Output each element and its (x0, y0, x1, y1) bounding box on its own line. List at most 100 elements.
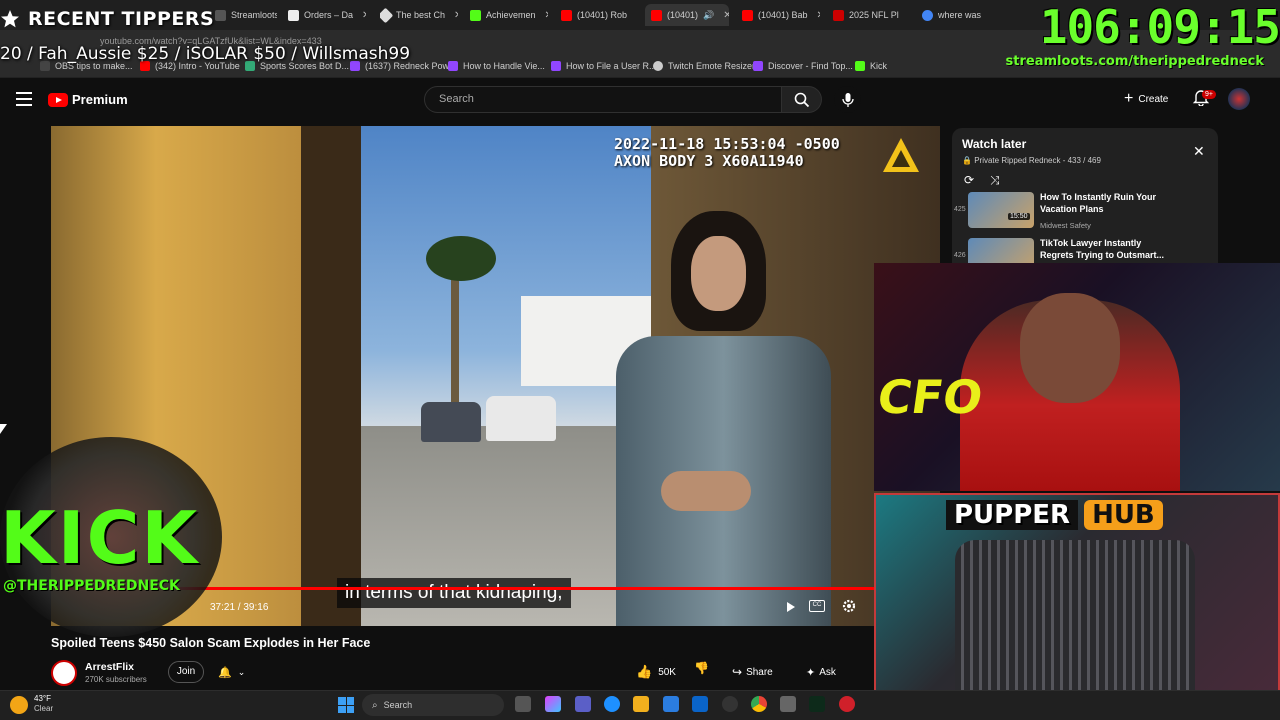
video-palm-trunk (451, 256, 459, 426)
video-duration: 15:50 (1008, 213, 1030, 220)
star-icon (1, 10, 19, 28)
taskbar-search[interactable]: ⌕ Search (362, 694, 504, 716)
search-icon (794, 92, 809, 107)
browser-tab[interactable]: The best Ch ✕ (380, 4, 458, 26)
ask-label: Ask (819, 666, 836, 678)
browser-tab[interactable]: where was (922, 4, 982, 26)
search-button[interactable] (782, 86, 822, 113)
share-button[interactable]: ↪ Share (732, 661, 773, 683)
join-button[interactable]: Join (168, 661, 204, 683)
playlist-item-title[interactable]: How To Instantly Ruin Your Vacation Plan… (1040, 191, 1175, 215)
bookmark-item[interactable]: How to Handle Vie... (448, 61, 545, 71)
browser-tab[interactable]: (10401) Rob ✕ (561, 4, 637, 26)
file-explorer-icon[interactable] (633, 696, 649, 712)
youtube-icon (742, 9, 753, 21)
subscribe-bell-button[interactable]: 🔔 ⌄ (212, 661, 254, 683)
sparkle-icon: ✦ (806, 666, 816, 679)
kick-icon (470, 9, 481, 21)
tab-label: Achievemen (486, 10, 536, 20)
close-icon[interactable]: ✕ (636, 10, 637, 21)
subathon-timer: 106:09:15 (1039, 0, 1280, 54)
channel-name[interactable]: ArrestFlix (85, 661, 134, 673)
hamburger-menu-icon[interactable] (16, 92, 32, 106)
close-icon[interactable]: ✕ (1193, 143, 1205, 160)
close-icon[interactable]: ✕ (908, 10, 909, 21)
create-button[interactable]: + Create (1124, 88, 1168, 110)
channel-avatar[interactable] (51, 660, 77, 686)
share-icon: ↪ (732, 665, 743, 679)
app-icon[interactable] (780, 696, 796, 712)
bookmark-item[interactable]: Discover - Find Top... (753, 61, 853, 71)
playlist-index: 426 (954, 252, 966, 259)
audio-icon[interactable]: 🔊 (703, 10, 714, 21)
obs-icon[interactable] (722, 696, 738, 712)
account-avatar[interactable] (1228, 88, 1250, 110)
bookmark-item[interactable]: Kick (855, 61, 887, 71)
playlist-index: 425 (954, 206, 966, 213)
app-icon[interactable] (839, 696, 855, 712)
share-label: Share (746, 666, 773, 678)
bookmark-label: Twitch Emote Resizer (668, 61, 756, 71)
captions-icon[interactable]: CC (809, 600, 825, 612)
loop-icon[interactable]: ⟳ (964, 173, 974, 187)
bookmark-item[interactable]: How to File a User R... (551, 61, 657, 71)
chevron-down-icon: ⌄ (237, 666, 246, 677)
browser-tab[interactable]: (10401) Bab ✕ (742, 4, 820, 26)
timestamp-line: 2022-11-18 15:53:04 -0500 (614, 135, 840, 153)
premium-label: Premium (72, 92, 128, 107)
edge-icon[interactable] (604, 696, 620, 712)
plus-icon: + (1124, 90, 1134, 107)
camera-id-line: AXON BODY 3 X60A11940 (614, 152, 804, 170)
search-input[interactable]: Search (424, 86, 782, 113)
terminal-icon[interactable] (809, 696, 825, 712)
voice-search-button[interactable] (834, 86, 861, 113)
browser-tab-active[interactable]: (10401) 🔊 ✕ (645, 4, 729, 26)
bookmark-label: How to File a User R... (566, 61, 657, 71)
close-icon[interactable]: ✕ (723, 10, 729, 21)
outlook-icon[interactable] (692, 696, 708, 712)
store-icon[interactable] (663, 696, 679, 712)
microphone-icon (841, 92, 854, 107)
kick-logo: KICK (0, 496, 200, 580)
like-button[interactable]: 👍 50K (636, 661, 676, 683)
search-icon: ⌕ (372, 699, 378, 711)
teams-icon[interactable] (575, 696, 591, 712)
weather-icon[interactable] (10, 696, 28, 714)
tab-label: 2025 NFL Pl (849, 10, 899, 20)
bookmark-item[interactable]: Twitch Emote Resizer (653, 61, 755, 71)
browser-tab[interactable]: Achievemen ✕ (470, 4, 548, 26)
play-icon[interactable] (785, 600, 797, 614)
gear-icon[interactable] (841, 598, 857, 614)
close-icon[interactable]: ✕ (454, 10, 458, 21)
close-icon[interactable]: ✕ (545, 10, 548, 21)
windows-start-icon[interactable] (338, 697, 354, 713)
dislike-button[interactable]: 👎 (694, 661, 716, 683)
time-display: 37:21 / 39:16 (210, 602, 269, 613)
playlist-title[interactable]: Watch later (962, 137, 1026, 151)
tab-label: (10401) Bab (758, 10, 808, 20)
webcam-streamer-head (1020, 293, 1120, 403)
browser-tab[interactable]: Orders – Da ✕ (288, 4, 366, 26)
browser-tab[interactable]: Streamloots✕ (215, 4, 277, 26)
playlist-item-title[interactable]: TikTok Lawyer Instantly Regrets Trying t… (1040, 237, 1175, 261)
video-person-face (691, 236, 746, 311)
task-view-icon[interactable] (515, 696, 531, 712)
bookmark-label: Discover - Find Top... (768, 61, 853, 71)
subscriber-count: 270K subscribers (85, 675, 147, 684)
kick-icon (855, 61, 865, 71)
browser-tab[interactable]: 2025 NFL Pl ✕ (833, 4, 909, 26)
google-icon (922, 9, 933, 21)
close-icon[interactable]: ✕ (817, 10, 820, 21)
playlist-thumbnail[interactable] (968, 192, 1034, 228)
playlist-subtitle: 🔒 Private Ripped Redneck - 433 / 469 (962, 156, 1101, 165)
weather-temperature: 43°F (34, 694, 51, 703)
ask-button[interactable]: ✦ Ask (806, 661, 836, 683)
youtube-logo[interactable]: Premium (48, 92, 128, 107)
tab-favicon-icon (288, 9, 299, 21)
copilot-icon[interactable] (545, 696, 561, 712)
like-count: 50K (658, 666, 676, 678)
shuffle-icon[interactable]: ⤨ (990, 173, 1000, 188)
close-icon[interactable]: ✕ (362, 10, 366, 21)
playlist-owner: Private Ripped Redneck - 433 / 469 (974, 156, 1101, 165)
chrome-icon[interactable] (751, 696, 767, 712)
